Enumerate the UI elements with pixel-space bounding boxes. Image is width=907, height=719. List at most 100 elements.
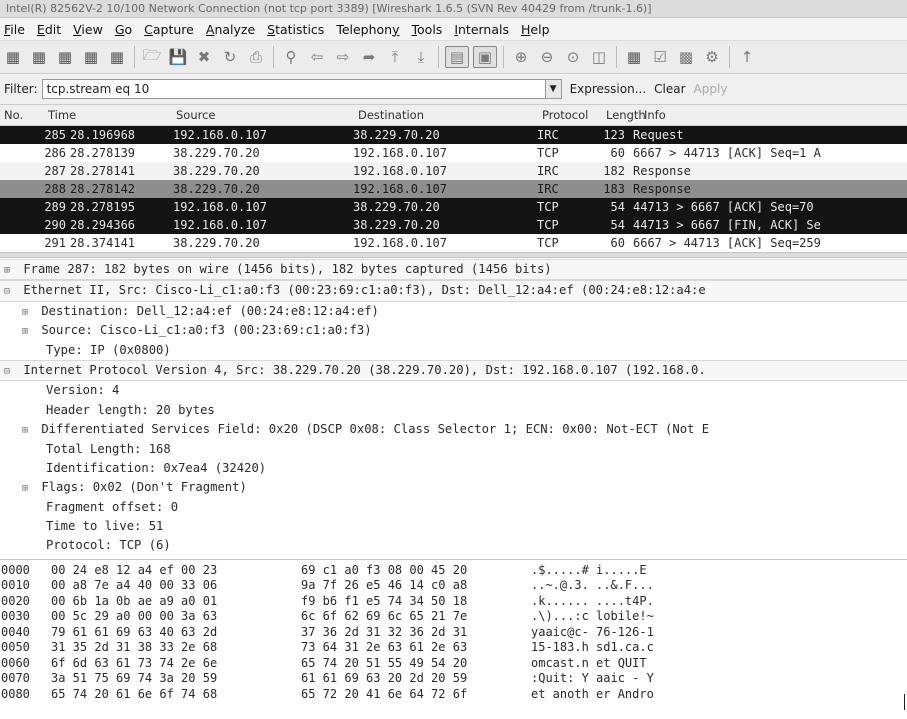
expression-button[interactable]: Expression... xyxy=(570,82,647,96)
hex-bytes[interactable]: 65 72 20 41 6e 64 72 6f xyxy=(301,687,531,703)
zoom-in-icon[interactable]: ⊕ xyxy=(510,47,532,67)
hex-bytes[interactable]: 9a 7f 26 e5 46 14 c0 a8 xyxy=(301,578,531,594)
hex-bytes[interactable]: 00 5c 29 a0 00 00 3a 63 xyxy=(51,609,301,625)
zoom-out-icon[interactable]: ⊖ xyxy=(536,47,558,67)
menu-item[interactable]: Edit xyxy=(37,22,61,37)
hex-bytes[interactable]: 69 c1 a0 f3 08 00 45 20 xyxy=(301,563,531,579)
capture-filters-icon[interactable]: ▦ xyxy=(623,47,645,67)
hex-bytes[interactable]: 00 a8 7e a4 40 00 33 06 xyxy=(51,578,301,594)
hex-bytes[interactable]: 37 36 2d 31 32 36 2d 31 xyxy=(301,625,531,641)
go-to-packet-icon[interactable]: ➦ xyxy=(358,47,380,67)
column-header-no[interactable]: No. xyxy=(0,108,48,122)
close-file-icon[interactable]: ✖ xyxy=(193,47,215,67)
packet-row[interactable]: 286 28.278139 38.229.70.20 192.168.0.107 TCP… xyxy=(0,144,907,162)
detail-tree-item[interactable]: ⊞ Flags: 0x02 (Don't Fragment) xyxy=(0,478,907,497)
normal-size-icon[interactable]: ⊙ xyxy=(562,47,584,67)
interfaces-icon[interactable]: ▦ xyxy=(2,47,24,67)
hex-bytes[interactable]: 61 61 69 63 20 2d 20 59 xyxy=(301,671,531,687)
detail-tree-item[interactable]: ⊞ Destination: Dell_12:a4:ef (00:24:e8:1… xyxy=(0,302,907,321)
colorize-icon[interactable]: ▤ xyxy=(445,46,469,68)
detail-tree-item[interactable]: Fragment offset: 0 xyxy=(0,498,907,517)
detail-tree-item[interactable]: ⊟ Ethernet II, Src: Cisco-Li_c1:a0:f3 (0… xyxy=(0,280,907,302)
column-header-destination[interactable]: Destination xyxy=(358,108,542,122)
packet-row[interactable]: 285 28.196968 192.168.0.107 38.229.70.20 IRC… xyxy=(0,126,907,144)
first-packet-icon[interactable]: ⤒ xyxy=(384,47,406,67)
expand-icon[interactable]: ⊞ xyxy=(22,421,34,439)
auto-scroll-icon[interactable]: ▣ xyxy=(473,46,497,68)
menu-item[interactable]: Statistics xyxy=(267,22,324,37)
expand-icon[interactable]: ⊞ xyxy=(22,479,34,497)
hex-ascii[interactable]: omcast.n et QUIT xyxy=(531,656,731,672)
print-icon[interactable]: ⎙ xyxy=(245,47,267,67)
menu-item[interactable]: View xyxy=(73,22,103,37)
hex-ascii[interactable]: yaaic@c- 76-126-1 xyxy=(531,625,731,641)
hex-bytes[interactable]: f9 b6 f1 e5 74 34 50 18 xyxy=(301,594,531,610)
hex-ascii[interactable]: ..~.@.3. ..&.F... xyxy=(531,578,731,594)
menu-item[interactable]: Help xyxy=(521,22,550,37)
packet-row[interactable]: 288 28.278142 38.229.70.20 192.168.0.107 IRC… xyxy=(0,180,907,198)
detail-tree-item[interactable]: ⊞ Differentiated Services Field: 0x20 (D… xyxy=(0,420,907,439)
detail-tree-item[interactable]: Identification: 0x7ea4 (32420) xyxy=(0,459,907,478)
hex-bytes[interactable]: 3a 51 75 69 74 3a 20 59 xyxy=(51,671,301,687)
go-back-icon[interactable]: ⇦ xyxy=(306,47,328,67)
save-file-icon[interactable]: 💾 xyxy=(167,47,189,67)
detail-tree-item[interactable]: ⊞ Source: Cisco-Li_c1:a0:f3 (00:23:69:c1… xyxy=(0,321,907,340)
hex-ascii[interactable]: .\)...:c lobile!~ xyxy=(531,609,731,625)
clear-button[interactable]: Clear xyxy=(654,82,685,96)
menu-item[interactable]: File xyxy=(4,22,25,37)
expand-icon[interactable]: ⊞ xyxy=(4,261,16,279)
detail-tree-item[interactable]: ⊟ Internet Protocol Version 4, Src: 38.2… xyxy=(0,359,907,382)
filter-input[interactable]: tcp.stream eq 10 xyxy=(41,79,546,99)
detail-tree-item[interactable]: Total Length: 168 xyxy=(0,440,907,459)
column-header-time[interactable]: Time xyxy=(48,108,176,122)
column-header-info[interactable]: Info xyxy=(644,108,907,122)
hex-bytes[interactable]: 00 24 e8 12 a4 ef 00 23 xyxy=(51,563,301,579)
menu-item[interactable]: Go xyxy=(115,22,132,37)
help-icon[interactable]: ↑ xyxy=(736,47,758,67)
packet-row[interactable]: 289 28.278195 192.168.0.107 38.229.70.20 TCP… xyxy=(0,198,907,216)
menu-item[interactable]: Capture xyxy=(144,22,194,37)
column-header-length[interactable]: Length xyxy=(606,108,646,122)
menu-item[interactable]: Internals xyxy=(454,22,509,37)
packet-row[interactable]: 287 28.278141 38.229.70.20 192.168.0.107 IRC… xyxy=(0,162,907,180)
hex-bytes[interactable]: 65 74 20 51 55 49 54 20 xyxy=(301,656,531,672)
detail-tree-item[interactable]: Version: 4 xyxy=(0,381,907,400)
apply-button[interactable]: Apply xyxy=(694,82,728,96)
detail-tree-item[interactable]: Protocol: TCP (6) xyxy=(0,536,907,555)
stop-capture-icon[interactable]: ▦ xyxy=(80,47,102,67)
hex-ascii[interactable]: .k...... ....t4P. xyxy=(531,594,731,610)
menu-item[interactable]: Analyze xyxy=(206,22,255,37)
hex-bytes[interactable]: 6f 6d 63 61 73 74 2e 6e xyxy=(51,656,301,672)
display-filters-icon[interactable]: ☑ xyxy=(649,47,671,67)
reload-icon[interactable]: ↻ xyxy=(219,47,241,67)
detail-tree-item[interactable]: Time to live: 51 xyxy=(0,517,907,536)
start-capture-icon[interactable]: ▦ xyxy=(54,47,76,67)
coloring-rules-icon[interactable]: ▩ xyxy=(675,47,697,67)
go-forward-icon[interactable]: ⇨ xyxy=(332,47,354,67)
column-header-protocol[interactable]: Protocol xyxy=(542,108,606,122)
hex-bytes[interactable]: 73 64 31 2e 63 61 2e 63 xyxy=(301,640,531,656)
hex-bytes[interactable]: 31 35 2d 31 38 33 2e 68 xyxy=(51,640,301,656)
hex-bytes[interactable]: 00 6b 1a 0b ae a9 a0 01 xyxy=(51,594,301,610)
column-header-source[interactable]: Source xyxy=(176,108,358,122)
hex-bytes[interactable]: 79 61 61 69 63 40 63 2d xyxy=(51,625,301,641)
hex-bytes[interactable]: 65 74 20 61 6e 6f 74 68 xyxy=(51,687,301,703)
detail-tree-item[interactable]: Type: IP (0x0800) xyxy=(0,341,907,360)
resize-columns-icon[interactable]: ◫ xyxy=(588,47,610,67)
restart-capture-icon[interactable]: ▦ xyxy=(106,47,128,67)
expand-icon[interactable]: ⊞ xyxy=(22,303,34,321)
capture-options-icon[interactable]: ▦ xyxy=(28,47,50,67)
last-packet-icon[interactable]: ⤓ xyxy=(410,47,432,67)
hex-ascii[interactable]: .$.....# i.....E xyxy=(531,563,731,579)
menu-item[interactable]: Telephony xyxy=(336,22,399,37)
open-file-icon[interactable]: 🗁 xyxy=(141,46,163,67)
hex-bytes[interactable]: 6c 6f 62 69 6c 65 21 7e xyxy=(301,609,531,625)
find-packet-icon[interactable]: ⚲ xyxy=(280,47,302,67)
hex-ascii[interactable]: :Quit: Y aaic - Y xyxy=(531,671,731,687)
detail-tree-item[interactable]: ⊞ Frame 287: 182 bytes on wire (1456 bit… xyxy=(0,259,907,281)
hex-ascii[interactable]: et anoth er Andro xyxy=(531,687,731,703)
packet-row[interactable]: 291 28.374141 38.229.70.20 192.168.0.107 TCP… xyxy=(0,234,907,252)
preferences-icon[interactable]: ⚙ xyxy=(701,47,723,67)
filter-dropdown-icon[interactable]: ▼ xyxy=(545,79,562,99)
collapse-icon[interactable]: ⊟ xyxy=(4,282,16,300)
